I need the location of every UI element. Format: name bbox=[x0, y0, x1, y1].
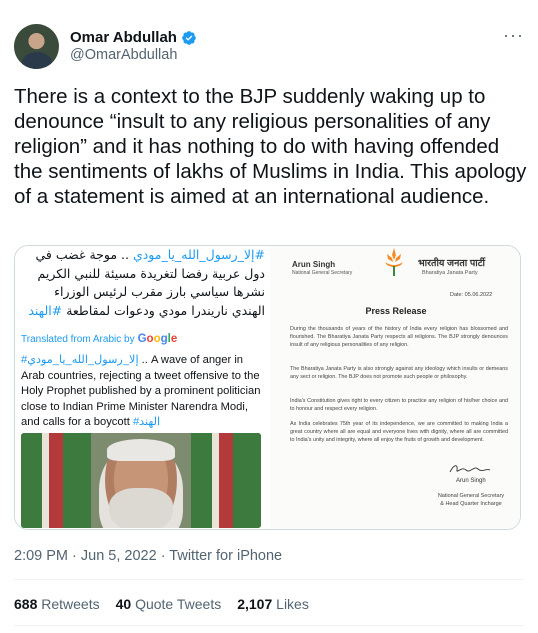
party-name-hindi: भारतीय जनता पार्टी bbox=[418, 258, 485, 269]
hair bbox=[107, 439, 175, 461]
avatar[interactable] bbox=[14, 24, 59, 69]
press-release-issuer: Arun Singh bbox=[292, 260, 336, 269]
press-release-paragraph: The Bharatiya Janata Party is also stron… bbox=[290, 366, 508, 380]
signatory-name: Arun Singh bbox=[456, 478, 486, 484]
display-name[interactable]: Omar Abdullah bbox=[70, 29, 177, 46]
author-name-row: Omar Abdullah bbox=[70, 29, 197, 46]
party-name-english: Bharatiya Janata Party bbox=[422, 270, 478, 276]
verified-badge-icon bbox=[182, 30, 196, 45]
engagement-stats: 688 Retweets 40 Quote Tweets 2,107 Likes bbox=[14, 596, 309, 612]
press-release-paragraph: During the thousands of years of the his… bbox=[290, 326, 508, 348]
flag-left bbox=[21, 433, 91, 528]
media-image-left[interactable]: #إلا_رسول_الله_يا_مودي .. موجة غضب في دو… bbox=[15, 246, 268, 529]
retweets-stat[interactable]: 688 Retweets bbox=[14, 596, 100, 612]
press-release-title: Press Release bbox=[365, 306, 427, 316]
arabic-text: #إلا_رسول_الله_يا_مودي .. موجة غضب في دو… bbox=[21, 246, 265, 320]
flag-right bbox=[191, 433, 261, 528]
google-logo: Google bbox=[137, 333, 178, 345]
translation-text: #إلا_رسول_الله_يا_مودي .. A wave of ange… bbox=[21, 353, 265, 431]
more-options-icon[interactable]: ··· bbox=[503, 26, 524, 44]
signatory-title: National General Secretary & Head Quarte… bbox=[437, 493, 505, 507]
arabic-hashtag: #إلا_رسول_الله_يا_مودي bbox=[132, 247, 265, 262]
bjp-lotus-logo-icon bbox=[385, 248, 403, 276]
translation-hashtag-2: #الهند bbox=[132, 416, 161, 429]
press-release-date: Date: 05.06.2022 bbox=[450, 292, 493, 298]
tweet-text: There is a context to the BJP suddenly w… bbox=[14, 85, 527, 208]
translated-label-text: Translated from Arabic by bbox=[21, 333, 135, 345]
tweet-timestamp[interactable]: 2:09 PM · Jun 5, 2022 · Twitter for iPho… bbox=[14, 548, 282, 564]
likes-stat[interactable]: 2,107 Likes bbox=[237, 596, 309, 612]
translation-hashtag: #إلا_رسول_الله_يا_مودي bbox=[21, 354, 139, 366]
divider bbox=[14, 625, 524, 626]
media-image-right[interactable]: Arun Singh National General Secretary भा… bbox=[270, 246, 520, 529]
handle[interactable]: @OmarAbdullah bbox=[70, 47, 177, 63]
divider bbox=[14, 579, 524, 580]
signature bbox=[449, 465, 491, 473]
press-release-paragraph: India's Constitution gives right to ever… bbox=[290, 398, 508, 412]
press-release-paragraph: As India celebrates 75th year of its ind… bbox=[290, 421, 508, 443]
tweet: Omar Abdullah @OmarAbdullah ··· There is… bbox=[0, 0, 538, 633]
modi-photo bbox=[21, 433, 261, 528]
quote-tweets-stat[interactable]: 40 Quote Tweets bbox=[116, 596, 222, 612]
beard bbox=[109, 488, 173, 528]
press-release-issuer-title: National General Secretary bbox=[292, 270, 353, 276]
media-card[interactable]: #إلا_رسول_الله_يا_مودي .. موجة غضب في دو… bbox=[14, 245, 521, 530]
arabic-hashtag-2: #الهند bbox=[28, 302, 63, 318]
translated-from-label: Translated from Arabic by Google bbox=[21, 333, 177, 345]
